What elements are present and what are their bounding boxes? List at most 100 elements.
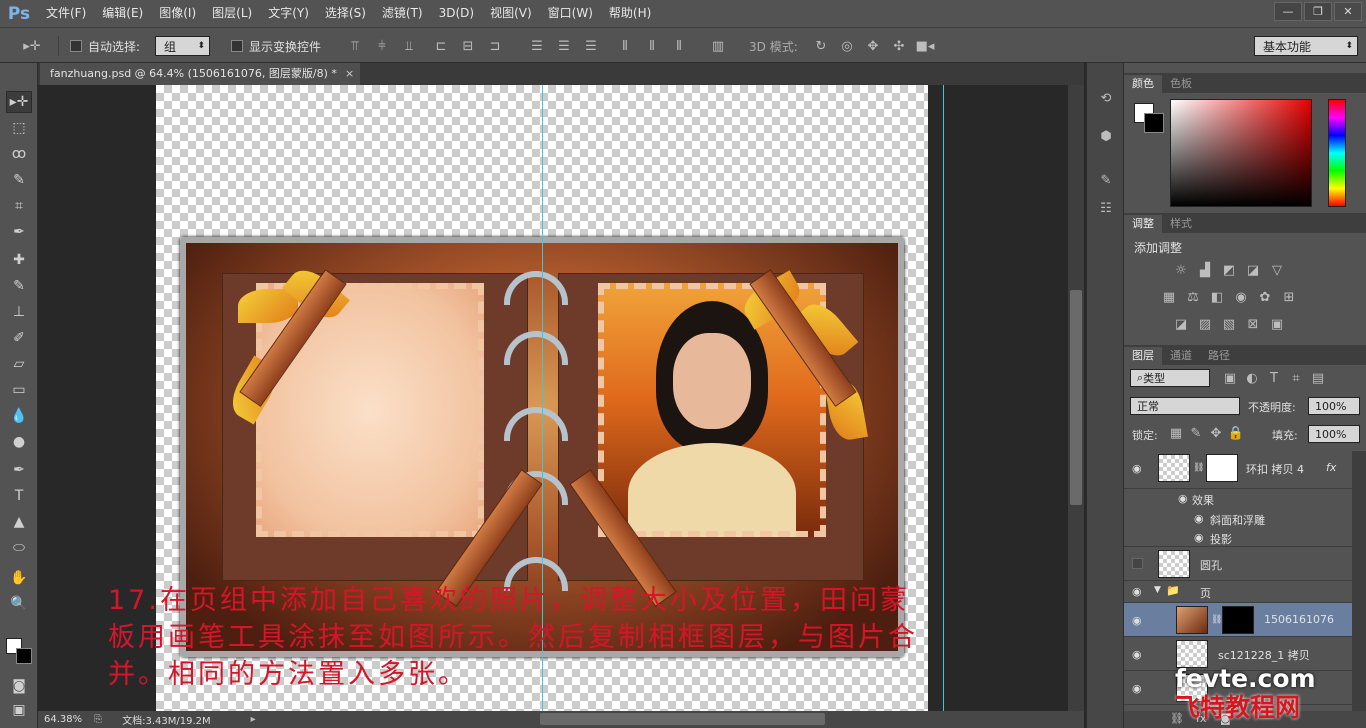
brush-presets-icon[interactable]: ☷ xyxy=(1095,197,1117,219)
filter-pixel-icon[interactable]: ▣ xyxy=(1222,369,1238,387)
effect-bevel-row[interactable]: ◉ 斜面和浮雕 xyxy=(1124,509,1352,528)
vibrance-icon[interactable]: ▽ xyxy=(1268,261,1286,279)
auto-align-icon[interactable]: ▥ xyxy=(709,36,727,56)
gradient-map-icon[interactable]: ⊠ xyxy=(1244,315,1262,333)
group-row[interactable]: ◉ ▼ 📁 页 xyxy=(1124,581,1352,603)
exposure-icon[interactable]: ◪ xyxy=(1244,261,1262,279)
distribute-left-icon[interactable]: ⦀ xyxy=(616,36,634,56)
channel-mixer-icon[interactable]: ✿ xyxy=(1256,288,1274,306)
black-white-icon[interactable]: ◧ xyxy=(1208,288,1226,306)
auto-select-checkbox[interactable] xyxy=(70,40,82,52)
filter-smart-icon[interactable]: ▤ xyxy=(1310,369,1326,387)
menu-edit[interactable]: 编辑(E) xyxy=(94,0,151,27)
brush-tool-icon[interactable]: ✎ xyxy=(6,275,32,297)
lasso-tool-icon[interactable]: ꝏ xyxy=(6,143,32,165)
layer-mask-thumbnail[interactable] xyxy=(1206,454,1238,482)
share-icon[interactable]: ⎘ xyxy=(94,714,102,725)
filter-type-icon[interactable]: T xyxy=(1266,369,1282,387)
layer-filter-dropdown[interactable]: ⌕ 类型 xyxy=(1130,369,1210,387)
move-tool-preset-icon[interactable]: ▸✛ xyxy=(18,36,46,56)
tab-color[interactable]: 颜色 xyxy=(1124,75,1162,93)
menu-help[interactable]: 帮助(H) xyxy=(601,0,659,27)
tab-paths[interactable]: 路径 xyxy=(1200,347,1238,365)
color-balance-icon[interactable]: ⚖ xyxy=(1184,288,1202,306)
lock-pixels-icon[interactable]: ✎ xyxy=(1188,425,1204,441)
menu-view[interactable]: 视图(V) xyxy=(482,0,540,27)
brush-panel-icon[interactable]: ✎ xyxy=(1095,169,1117,191)
canvas-area[interactable]: 17.在页组中添加自己喜欢的照片，调整大小及位置，田间蒙 板用画笔工具涂抹至如图… xyxy=(38,85,1084,711)
3d-pan-icon[interactable]: ✥ xyxy=(864,36,882,56)
screen-mode-icon[interactable]: ▣ xyxy=(6,699,32,721)
menu-file[interactable]: 文件(F) xyxy=(38,0,94,27)
tab-styles[interactable]: 样式 xyxy=(1162,215,1200,233)
chevron-down-icon[interactable]: ▼ xyxy=(1154,585,1161,595)
hue-saturation-icon[interactable]: ▦ xyxy=(1160,288,1178,306)
opacity-input[interactable]: 100% xyxy=(1308,397,1360,415)
eye-icon[interactable]: ◉ xyxy=(1194,531,1204,544)
tab-channels[interactable]: 通道 xyxy=(1162,347,1200,365)
close-tab-icon[interactable]: × xyxy=(345,67,354,80)
color-field[interactable] xyxy=(1170,99,1312,207)
invert-icon[interactable]: ◪ xyxy=(1172,315,1190,333)
threshold-icon[interactable]: ▧ xyxy=(1220,315,1238,333)
posterize-icon[interactable]: ▨ xyxy=(1196,315,1214,333)
vertical-scroll-thumb[interactable] xyxy=(1070,290,1082,505)
gradient-tool-icon[interactable]: ▭ xyxy=(6,379,32,401)
distribute-bottom-icon[interactable]: ☰ xyxy=(582,36,600,56)
tab-adjustments[interactable]: 调整 xyxy=(1124,215,1162,233)
eyedropper-tool-icon[interactable]: ✒ xyxy=(6,221,32,243)
eye-icon[interactable]: ◉ xyxy=(1132,682,1142,695)
lock-all-icon[interactable]: 🔒 xyxy=(1228,425,1244,441)
history-brush-tool-icon[interactable]: ✐ xyxy=(6,327,32,349)
show-transform-checkbox[interactable] xyxy=(231,40,243,52)
effects-row[interactable]: ◉ 效果 xyxy=(1124,489,1352,509)
type-tool-icon[interactable]: T xyxy=(6,485,32,507)
lock-position-icon[interactable]: ✥ xyxy=(1208,425,1224,441)
background-color-swatch[interactable] xyxy=(16,648,32,664)
distribute-hcenter-icon[interactable]: ⦀ xyxy=(643,36,661,56)
effect-shadow-row[interactable]: ◉ 投影 xyxy=(1124,528,1352,547)
filter-adjust-icon[interactable]: ◐ xyxy=(1244,369,1260,387)
layer-row[interactable]: ◉ ⛓ 环扣 拷贝 4 fx xyxy=(1124,451,1352,489)
healing-brush-tool-icon[interactable]: ✚ xyxy=(6,249,32,271)
layer-row-selected[interactable]: ◉ ⛓ 1506161076 xyxy=(1124,603,1352,637)
document-tab[interactable]: fanzhuang.psd @ 64.4% (1506161076, 图层蒙版/… xyxy=(40,63,360,85)
visibility-off-box[interactable] xyxy=(1132,558,1143,569)
color-background-swatch[interactable] xyxy=(1144,113,1164,133)
eye-icon[interactable]: ◉ xyxy=(1132,648,1142,661)
selective-color-icon[interactable]: ▣ xyxy=(1268,315,1286,333)
menu-3d[interactable]: 3D(D) xyxy=(431,0,482,27)
3d-scale-icon[interactable]: ■◂ xyxy=(916,36,935,56)
hue-slider[interactable] xyxy=(1328,99,1346,207)
levels-icon[interactable]: ▟ xyxy=(1196,261,1214,279)
3d-roll-icon[interactable]: ◎ xyxy=(838,36,856,56)
crop-tool-icon[interactable]: ⌗ xyxy=(6,195,32,217)
move-tool-icon[interactable]: ▸✛ xyxy=(6,91,32,113)
align-right-icon[interactable]: ⊐ xyxy=(486,36,504,56)
blend-mode-dropdown[interactable]: 正常 xyxy=(1130,397,1240,415)
color-lookup-icon[interactable]: ⊞ xyxy=(1280,288,1298,306)
3d-panel-icon[interactable]: ⬢ xyxy=(1095,125,1117,147)
auto-select-dropdown[interactable]: 组 ⬍ xyxy=(155,36,210,56)
align-left-icon[interactable]: ⊏ xyxy=(432,36,450,56)
zoom-level[interactable]: 64.38% xyxy=(44,714,82,725)
align-vcenter-icon[interactable]: ⫩ xyxy=(373,36,391,56)
clone-stamp-tool-icon[interactable]: ⊥ xyxy=(6,301,32,323)
horizontal-scroll-thumb[interactable] xyxy=(540,713,825,725)
eye-icon[interactable]: ◉ xyxy=(1132,614,1142,627)
menu-image[interactable]: 图像(I) xyxy=(151,0,204,27)
restore-button[interactable]: ❐ xyxy=(1304,2,1332,21)
menu-window[interactable]: 窗口(W) xyxy=(540,0,601,27)
distribute-top-icon[interactable]: ☰ xyxy=(528,36,546,56)
layer-mask-thumbnail[interactable] xyxy=(1222,606,1254,634)
link-icon[interactable]: ⛓ xyxy=(1211,615,1222,625)
menu-type[interactable]: 文字(Y) xyxy=(260,0,317,27)
status-menu-arrow-icon[interactable]: ▸ xyxy=(251,714,256,725)
fx-badge[interactable]: fx xyxy=(1326,461,1336,474)
align-bottom-icon[interactable]: ⫫ xyxy=(400,36,418,56)
align-hcenter-icon[interactable]: ⊟ xyxy=(459,36,477,56)
filter-shape-icon[interactable]: ⌗ xyxy=(1288,369,1304,387)
pen-tool-icon[interactable]: ✒ xyxy=(6,459,32,481)
curves-icon[interactable]: ◩ xyxy=(1220,261,1238,279)
minimize-button[interactable]: — xyxy=(1274,2,1302,21)
